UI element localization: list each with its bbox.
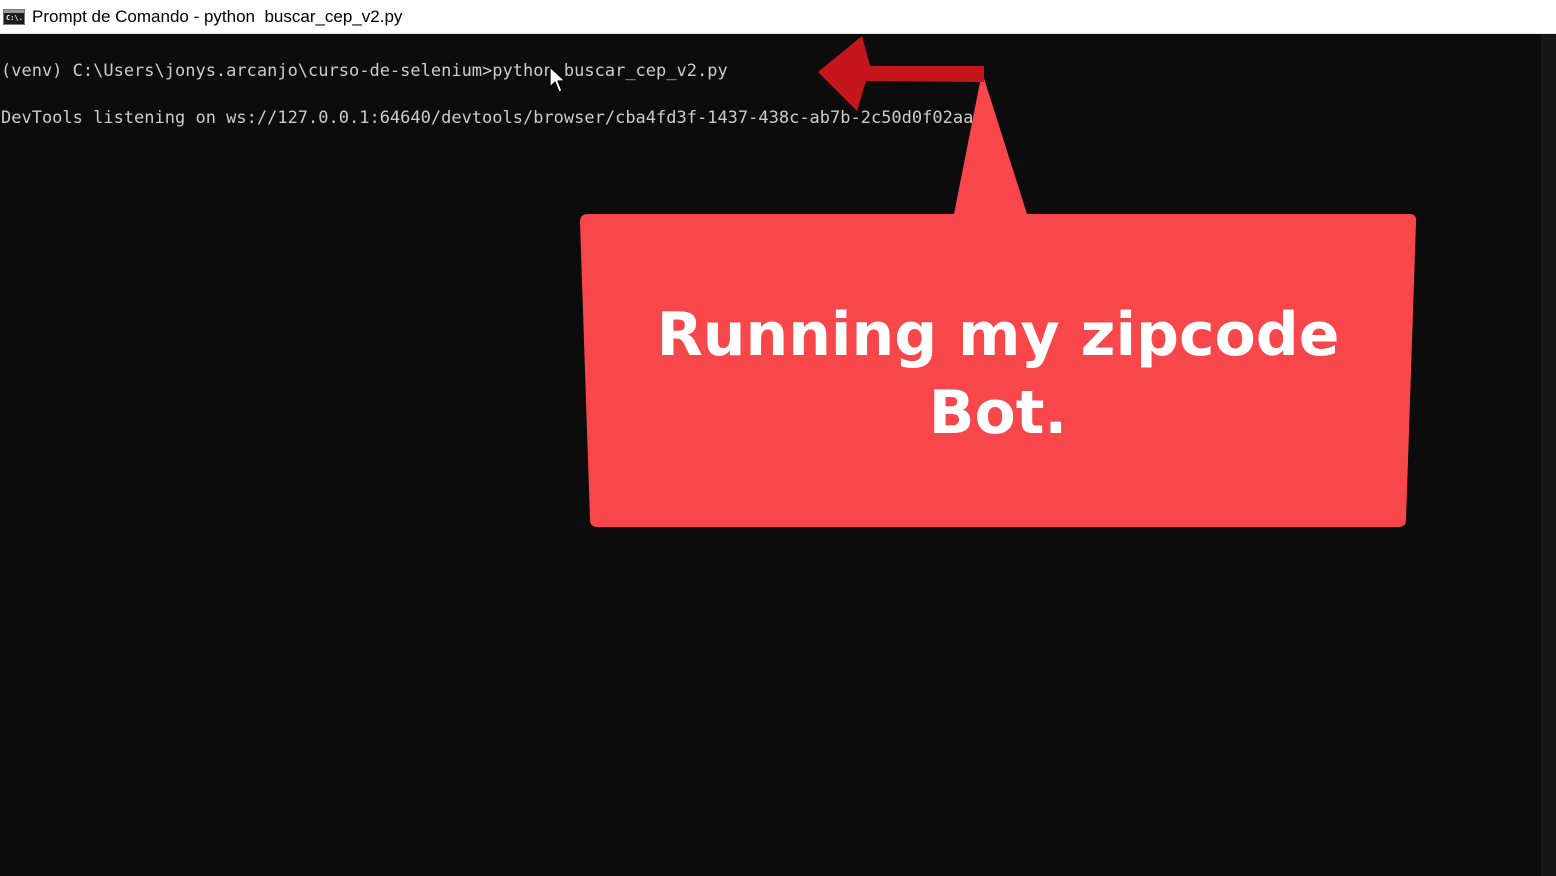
mouse-pointer-icon [549, 66, 566, 93]
window-title: Prompt de Comando - python buscar_cep_v2… [32, 7, 403, 26]
vertical-scrollbar[interactable] [1541, 34, 1556, 876]
console-line-command: (venv) C:\Users\jonys.arcanjo\curso-de-s… [1, 61, 728, 81]
title-bar[interactable]: C:\. Prompt de Comando - python buscar_c… [0, 0, 1556, 34]
command-prompt-window: C:\. Prompt de Comando - python buscar_c… [0, 0, 1556, 876]
console-output[interactable]: (venv) C:\Users\jonys.arcanjo\curso-de-s… [0, 34, 1541, 876]
callout-line-2: Bot. [928, 378, 1068, 448]
console-line-devtools: DevTools listening on ws://127.0.0.1:646… [1, 108, 984, 128]
command-prompt-icon-label: C:\. [6, 14, 23, 22]
command-prompt-icon[interactable]: C:\. [3, 9, 25, 25]
callout-text: Running my zipcode Bot. [600, 296, 1396, 452]
callout-line-1: Running my zipcode [656, 300, 1340, 370]
